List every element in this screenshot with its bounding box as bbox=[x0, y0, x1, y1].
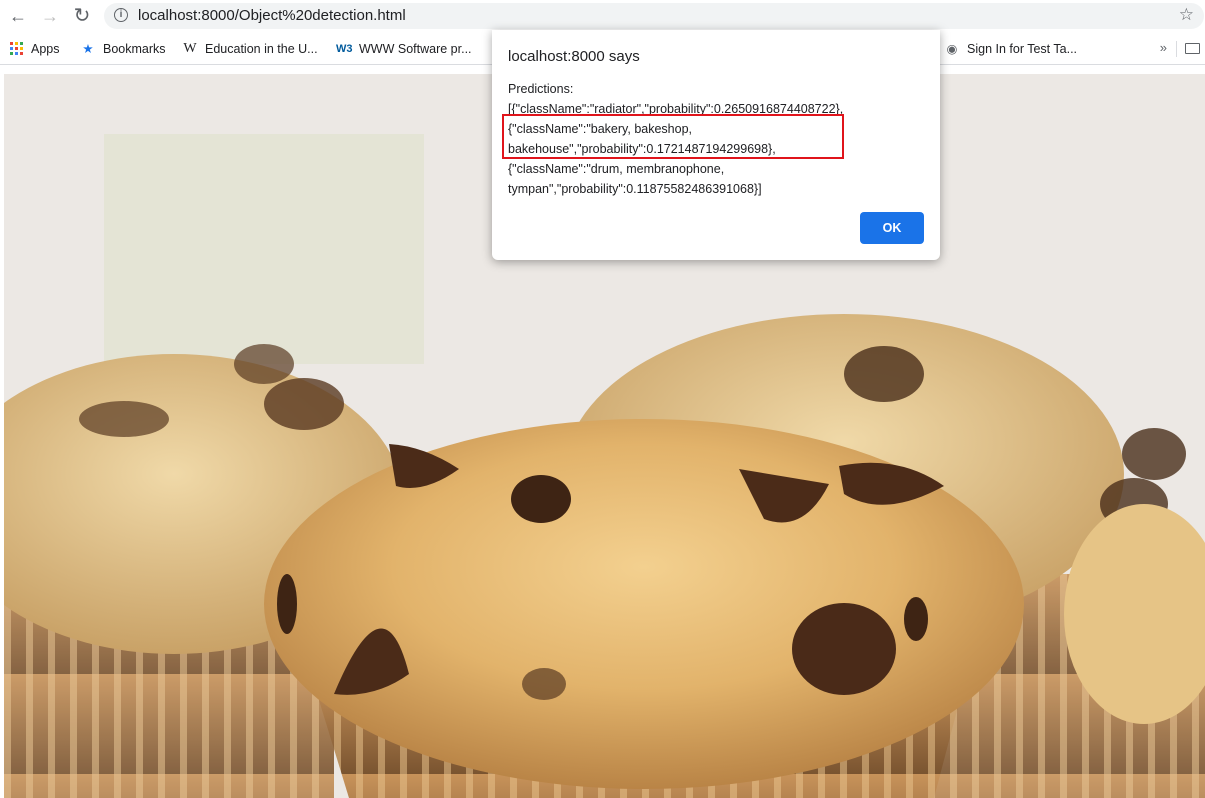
url-text[interactable]: localhost:8000/Object%20detection.html bbox=[138, 7, 406, 24]
bookmark-label: Education in the U... bbox=[205, 42, 318, 56]
address-bar[interactable]: i localhost:8000/Object%20detection.html… bbox=[104, 3, 1204, 29]
w3c-icon: W3 bbox=[336, 43, 353, 55]
message-line: {"className":"drum, membranophone, bbox=[508, 162, 725, 176]
divider bbox=[1176, 41, 1177, 57]
star-icon: ★ bbox=[82, 42, 94, 56]
globe-icon: ◉ bbox=[946, 42, 958, 56]
bookmark-label: Bookmarks bbox=[103, 42, 166, 56]
folder-icon[interactable] bbox=[1185, 43, 1200, 54]
bookmark-education[interactable]: W Education in the U... bbox=[182, 40, 318, 58]
reload-button[interactable]: ↻ bbox=[70, 5, 94, 27]
site-info-icon[interactable]: i bbox=[114, 8, 128, 22]
message-line: tympan","probability":0.1187558248639106… bbox=[508, 182, 762, 196]
bookmark-www-software[interactable]: W3 WWW Software pr... bbox=[336, 40, 472, 58]
ok-button[interactable]: OK bbox=[860, 212, 924, 244]
alert-dialog: localhost:8000 says Predictions: [{"clas… bbox=[492, 30, 940, 260]
bookmarks-overflow-button[interactable]: » bbox=[1160, 40, 1167, 55]
dialog-title: localhost:8000 says bbox=[508, 48, 640, 65]
message-line: Predictions: bbox=[508, 82, 574, 96]
bookmark-star-icon[interactable]: ☆ bbox=[1179, 5, 1194, 25]
wikipedia-icon: W bbox=[183, 41, 197, 56]
bookmark-label: WWW Software pr... bbox=[359, 42, 472, 56]
bookmark-bookmarks[interactable]: ★ Bookmarks bbox=[80, 40, 166, 58]
highlight-annotation-box bbox=[502, 114, 844, 159]
forward-button[interactable]: → bbox=[38, 5, 62, 27]
bookmark-apps[interactable]: Apps bbox=[10, 40, 60, 58]
bookmark-sign-in[interactable]: ◉ Sign In for Test Ta... bbox=[944, 40, 1078, 58]
bookmark-label: Sign In for Test Ta... bbox=[967, 42, 1078, 56]
back-button[interactable]: ← bbox=[6, 5, 30, 27]
bookmark-label: Apps bbox=[31, 42, 60, 56]
apps-grid-icon bbox=[10, 42, 24, 56]
browser-toolbar: ← → ↻ i localhost:8000/Object%20detectio… bbox=[0, 0, 1205, 33]
